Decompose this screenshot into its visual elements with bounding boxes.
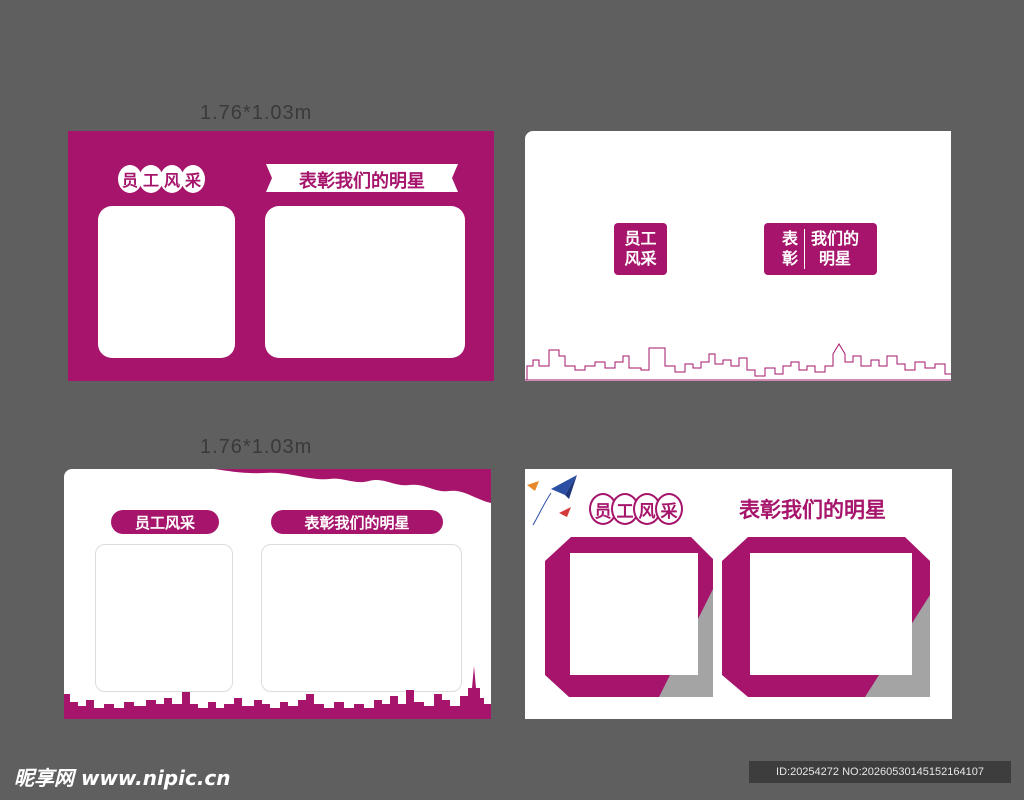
staff-style-pill: 员工风采 (111, 510, 219, 534)
staff-style-bubble-title: 员 工 风 采 (118, 165, 205, 193)
site-logo: 昵享网 www.nipic.cn (14, 766, 231, 790)
praise-tag-left-1: 表 (781, 229, 798, 248)
dimension-label-top: 1.76*1.03m (200, 102, 313, 124)
praise-tag-right-1: 我们的 (811, 229, 860, 248)
praise-tag-left-2: 彰 (781, 249, 798, 268)
top-wave (214, 469, 491, 503)
board-wave-skyline: 员工风采 表彰我们的明星 (64, 469, 491, 719)
image-id-badge: ID:20254272 NO:20260530145152164107 (749, 761, 1011, 783)
skyline-outline (525, 343, 951, 381)
photo-frame-left (570, 553, 698, 675)
praise-stars-title: 表彰我们的明星 (299, 171, 425, 192)
photo-frame-right (750, 553, 912, 675)
photo-frame-right (265, 206, 465, 358)
photo-frame-left (98, 206, 235, 358)
board-skyline-outline: 员工 风采 表 彰 我们的 明星 (525, 131, 951, 381)
skyline-filled (64, 666, 491, 719)
staff-tag-line2: 风采 (624, 249, 657, 268)
board-kites: 员 工 风 采 表彰我们的明星 (525, 469, 952, 719)
dimension-label-bottom: 1.76*1.03m (200, 436, 313, 458)
staff-style-tag: 员工 风采 (614, 223, 667, 275)
bubble-char: 采 (181, 165, 205, 193)
staff-tag-line1: 员工 (624, 229, 657, 248)
praise-stars-pill: 表彰我们的明星 (271, 510, 443, 534)
praise-stars-tag: 表 彰 我们的 明星 (764, 223, 877, 275)
praise-tag-right-2: 明星 (819, 249, 852, 268)
board-purple: 员 工 风 采 表彰我们的明星 (68, 131, 494, 381)
